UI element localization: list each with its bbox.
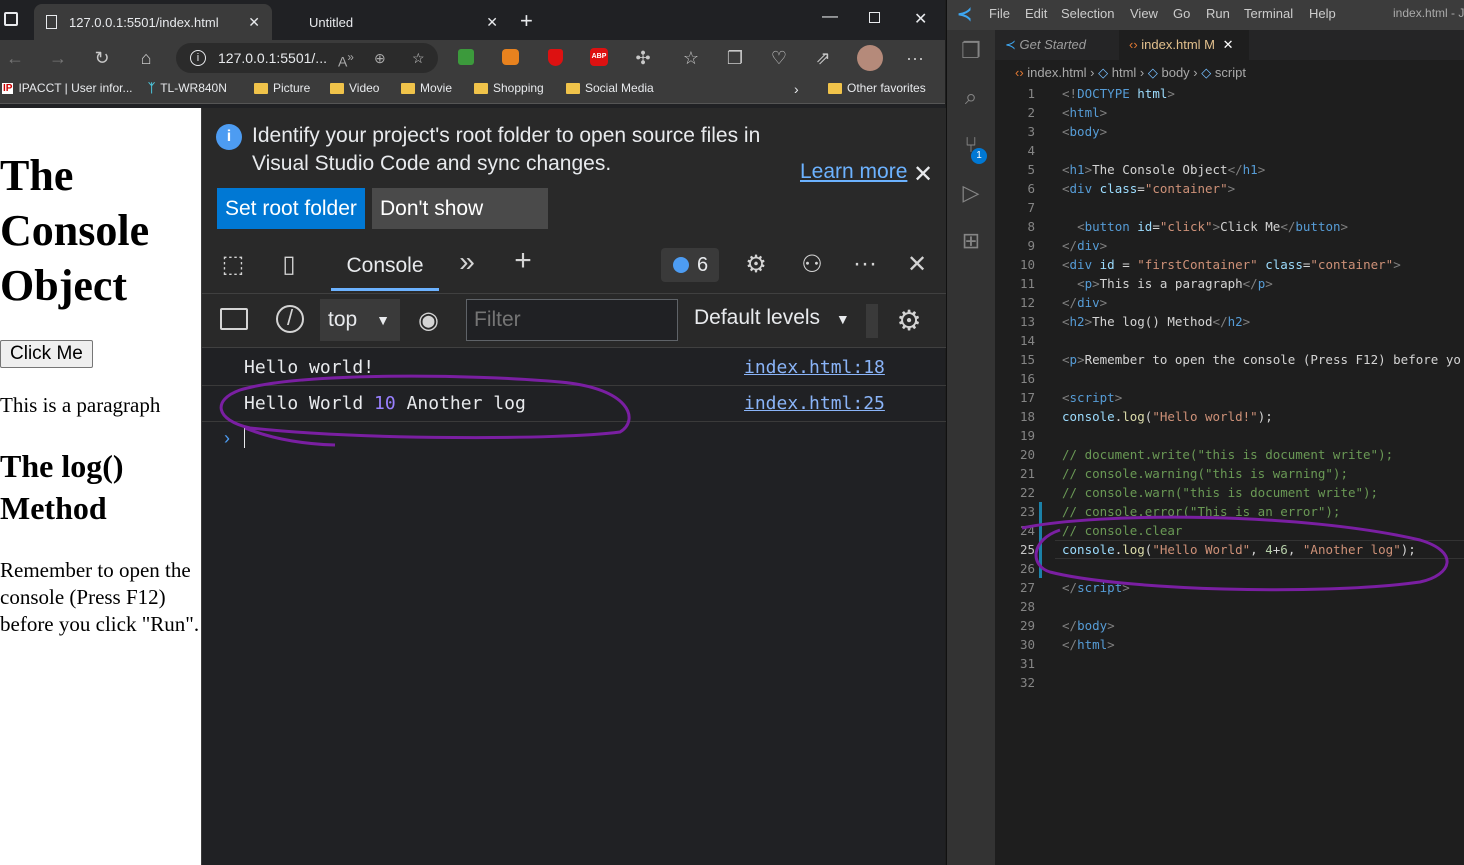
- annotation-circle-console: [219, 374, 631, 447]
- annotation-overlay: [219, 374, 1449, 592]
- annotation-circle-code: [1021, 515, 1449, 592]
